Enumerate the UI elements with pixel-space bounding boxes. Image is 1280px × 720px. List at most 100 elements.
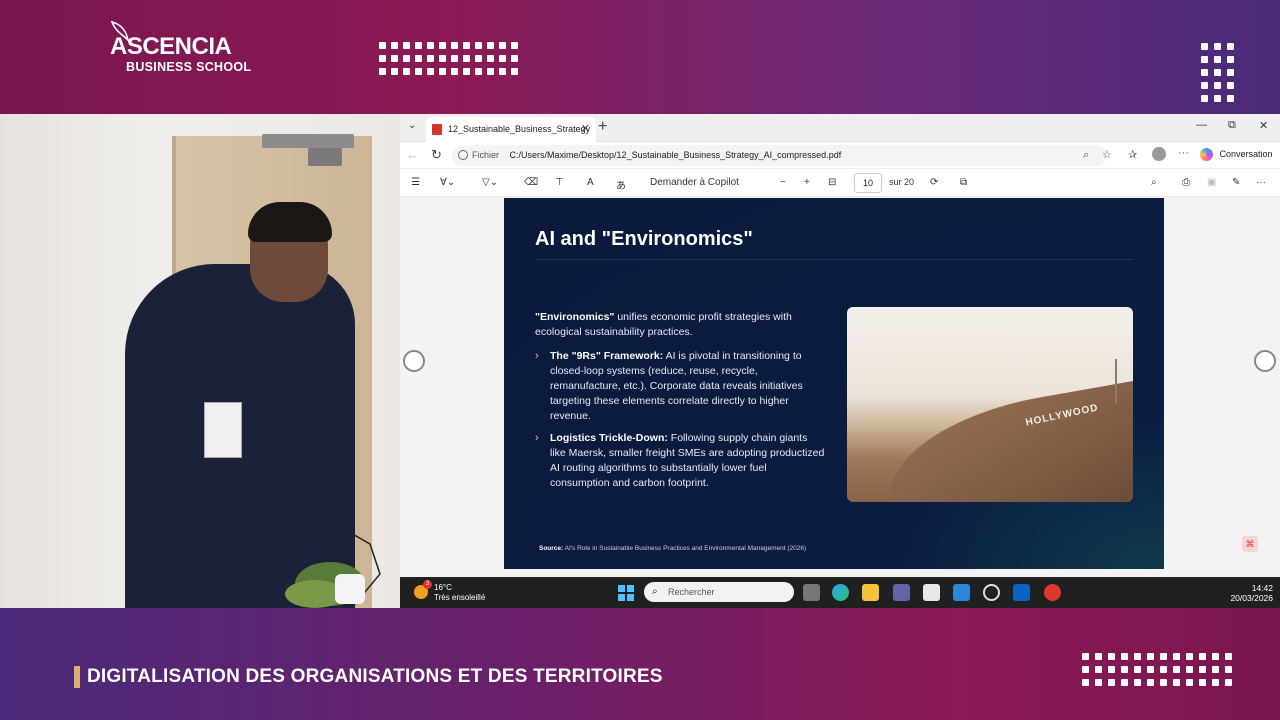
footer-accent-bar <box>74 666 80 688</box>
profile-icon[interactable] <box>1152 147 1166 161</box>
read-aloud-icon[interactable]: A <box>587 177 594 188</box>
decorative-dots-right <box>1201 43 1234 102</box>
save-as-icon[interactable]: ✎ <box>1232 177 1240 188</box>
print-icon[interactable]: ⎙ <box>1182 177 1190 188</box>
speaker-camera <box>0 114 400 608</box>
plus-icon[interactable]: + <box>598 118 607 136</box>
zoom-icon[interactable]: ⌕ <box>1083 149 1089 162</box>
eraser-icon[interactable]: ⌫ <box>524 177 538 188</box>
close-window-icon[interactable]: ✕ <box>1259 119 1268 132</box>
save-icon[interactable]: ▣ <box>1207 177 1216 188</box>
bullet-bold: Logistics Trickle-Down: <box>550 432 668 444</box>
temperature: 16°C <box>434 583 452 592</box>
tab-title: 12_Sustainable_Business_Strategy <box>448 124 591 134</box>
conversation-button[interactable]: Conversation <box>1200 148 1273 161</box>
restore-icon[interactable]: ⧉ <box>1228 119 1236 132</box>
pdf-viewer: AI and "Environomics" "Environomics" uni… <box>400 197 1280 577</box>
hillside <box>877 374 1133 502</box>
search-icon[interactable]: ⌕ <box>1151 177 1157 188</box>
translate-icon[interactable]: あ <box>616 177 626 192</box>
slide-title: AI and "Environomics" <box>535 228 753 250</box>
contents-icon[interactable]: ☰ <box>411 177 420 188</box>
brand-subtitle: BUSINESS SCHOOL <box>126 60 252 74</box>
refresh-icon[interactable]: ↻ <box>431 147 442 163</box>
weather-widget[interactable]: 3 16°C Très ensoleillé <box>414 580 486 603</box>
zoom-in-icon[interactable]: + <box>804 177 810 188</box>
page-number-input[interactable]: 10 <box>854 173 882 193</box>
clock-time: 14:42 <box>1251 583 1273 593</box>
rotate-icon[interactable]: ⟳ <box>930 177 938 188</box>
url-field[interactable]: Fichier C:/Users/Maxime/Desktop/12_Susta… <box>452 145 1107 166</box>
tab-dropdown-icon[interactable]: ⌄ <box>408 120 416 131</box>
mail-icon[interactable] <box>953 584 970 601</box>
minimize-icon[interactable]: — <box>1196 119 1207 131</box>
slide-page: AI and "Environomics" "Environomics" uni… <box>504 198 1164 569</box>
decorative-dots-top <box>379 42 518 75</box>
conversation-label: Conversation <box>1219 148 1273 159</box>
two-page-icon[interactable]: ⧉ <box>960 177 967 188</box>
outlook-icon[interactable] <box>1013 584 1030 601</box>
next-page-button[interactable] <box>1254 350 1276 372</box>
more-icon[interactable]: ··· <box>1178 147 1189 159</box>
close-icon[interactable]: ✕ <box>581 122 590 135</box>
copilot-icon <box>1200 148 1213 161</box>
back-icon[interactable]: ← <box>406 147 419 162</box>
slide-intro: "Environomics" unifies economic profit s… <box>535 310 815 340</box>
bullet-logistics: Logistics Trickle-Down: Following supply… <box>550 431 826 491</box>
pdf-icon <box>432 124 442 135</box>
teams-icon[interactable] <box>893 584 910 601</box>
text-icon[interactable]: ⊤ <box>555 177 564 188</box>
weather-desc: Très ensoleillé <box>434 593 486 602</box>
door-closer-arm <box>308 148 342 166</box>
address-bar: ← ↻ Fichier C:/Users/Maxime/Desktop/12_S… <box>400 142 1280 169</box>
name-badge <box>204 402 242 458</box>
laptop-screen: ⌄ 12_Sustainable_Business_Strategy ✕ + —… <box>400 114 1280 608</box>
url-prefix: Fichier <box>472 150 500 160</box>
pdf-toolbar: ☰ ∀⌄ ▽⌄ ⌫ ⊤ A あ Demander à Copilot − + ⊟… <box>400 169 1280 197</box>
ask-copilot-button[interactable]: Demander à Copilot <box>650 177 739 188</box>
taskbar-clock[interactable]: 14:42 20/03/2026 <box>1219 583 1273 603</box>
file-explorer-icon[interactable] <box>862 584 879 601</box>
search-placeholder: Rechercher <box>668 587 715 597</box>
fit-page-icon[interactable]: ⊟ <box>828 177 836 188</box>
door-closer <box>262 134 354 148</box>
edge-icon[interactable] <box>832 584 849 601</box>
chatgpt-icon[interactable] <box>983 584 1000 601</box>
title-divider <box>535 259 1133 260</box>
info-icon[interactable] <box>458 150 468 160</box>
page-total: sur 20 <box>889 177 915 187</box>
speaker-hair <box>248 202 332 242</box>
bullet-bold: The "9Rs" Framework: <box>550 350 664 362</box>
slide-source: Source: AI's Role in Sustainable Busines… <box>539 545 806 552</box>
chevron-right-icon: › <box>535 350 539 362</box>
hollywood-photo: HOLLYWOOD <box>847 307 1133 502</box>
footer-title: DIGITALISATION DES ORGANISATIONS ET DES … <box>87 666 663 687</box>
draw-icon[interactable]: ▽⌄ <box>482 177 498 188</box>
zoom-out-icon[interactable]: − <box>780 177 786 188</box>
taskbar-search[interactable]: ⌕ Rechercher <box>644 582 794 602</box>
clock-date: 20/03/2026 <box>1230 593 1273 603</box>
browser-tab-bar: ⌄ 12_Sustainable_Business_Strategy ✕ + —… <box>400 114 1280 142</box>
bullet-9rs: The "9Rs" Framework: AI is pivotal in tr… <box>550 349 826 424</box>
windows-start-icon[interactable] <box>618 585 634 601</box>
more-pdf-icon[interactable]: ··· <box>1256 177 1266 188</box>
acrobat-icon[interactable] <box>1044 584 1061 601</box>
url-text: C:/Users/Maxime/Desktop/12_Sustainable_B… <box>509 150 842 160</box>
store-icon[interactable] <box>923 584 940 601</box>
wing-icon <box>110 20 130 42</box>
intro-bold: "Environomics" <box>535 311 615 323</box>
favorite-star-icon[interactable]: ☆ <box>1102 148 1112 161</box>
plant <box>285 523 381 608</box>
source-label: Source: <box>539 545 564 552</box>
source-text: AI's Role in Sustainable Business Practi… <box>563 545 807 552</box>
chevron-right-icon: › <box>535 432 539 444</box>
browser-tab[interactable]: 12_Sustainable_Business_Strategy ✕ <box>426 117 596 142</box>
search-icon: ⌕ <box>652 586 658 597</box>
ascencia-logo: ASCENCIA BUSINESS SCHOOL <box>110 20 252 74</box>
collections-icon[interactable]: ✰ <box>1128 148 1137 161</box>
acrobat-badge-icon[interactable]: ⌘ <box>1242 536 1258 552</box>
task-view-icon[interactable] <box>803 584 820 601</box>
highlight-icon[interactable]: ∀⌄ <box>440 177 455 188</box>
windows-taskbar: 3 16°C Très ensoleillé ⌕ Rechercher 14:4… <box>400 577 1280 608</box>
prev-page-button[interactable] <box>403 350 425 372</box>
